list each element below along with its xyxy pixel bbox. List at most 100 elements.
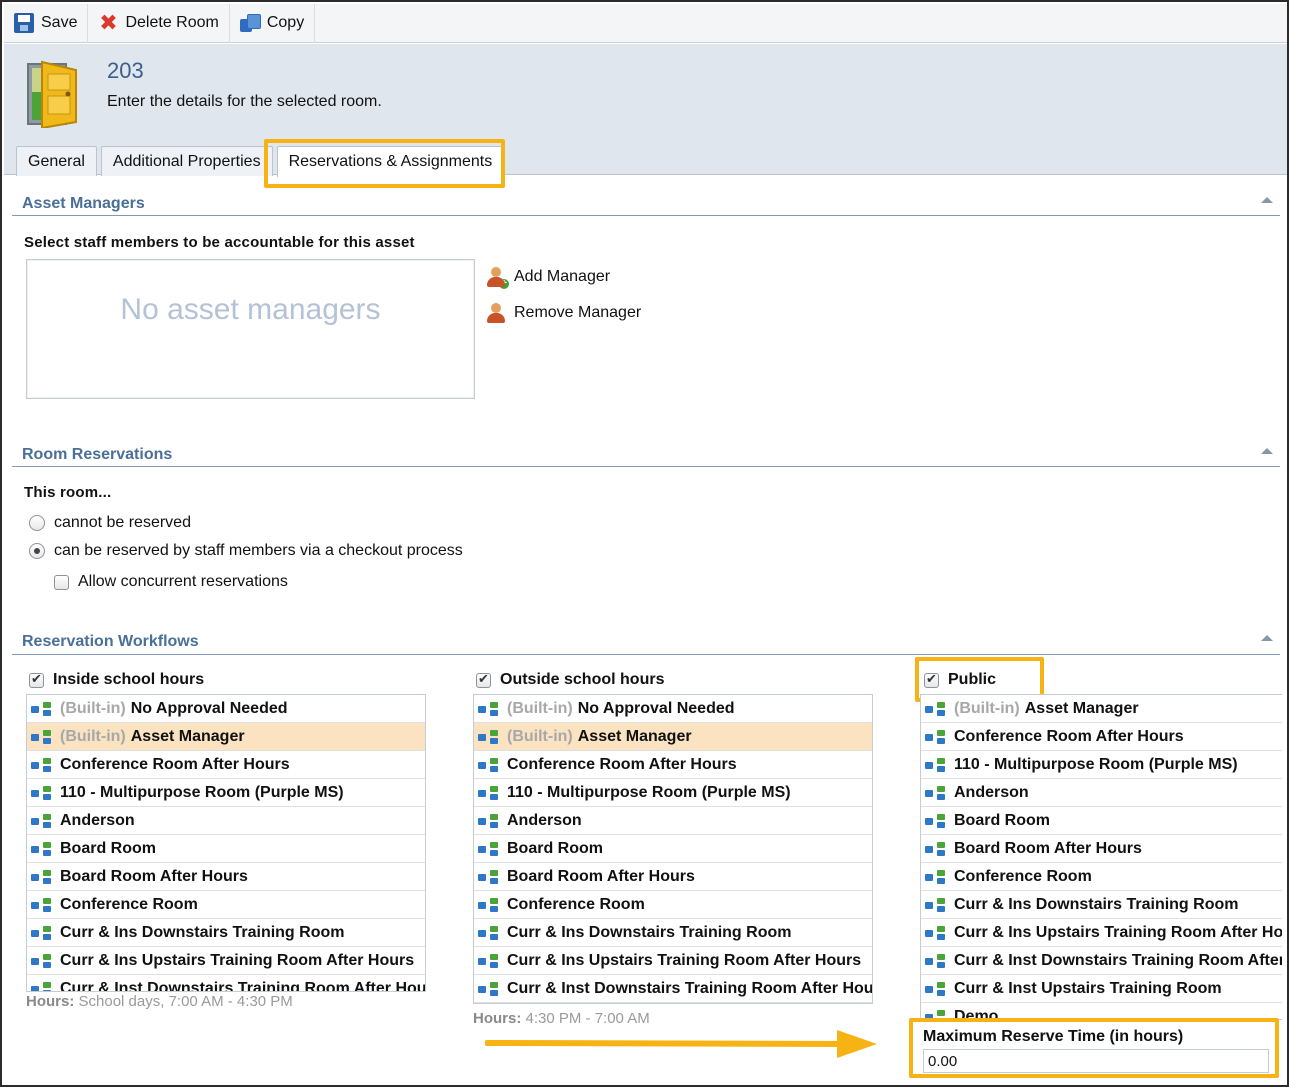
workflow-label: Demo [954, 1007, 999, 1020]
workflow-item[interactable]: Conference Room [921, 863, 1282, 891]
remove-manager-button[interactable]: Remove Manager [486, 302, 641, 324]
public-checkbox[interactable] [924, 671, 939, 688]
workflow-item[interactable]: Anderson [474, 807, 872, 835]
workflow-item[interactable]: Anderson [27, 807, 425, 835]
workflow-icon [31, 869, 53, 885]
workflow-item[interactable]: Board Room [474, 835, 872, 863]
tab-additional-properties[interactable]: Additional Properties [100, 146, 273, 176]
delete-room-button[interactable]: ✖ Delete Room [88, 3, 230, 43]
room-reservations-collapse-icon[interactable] [1261, 448, 1273, 454]
workflow-icon [478, 841, 500, 857]
workflows-collapse-icon[interactable] [1261, 635, 1273, 641]
workflow-item[interactable]: Anderson [921, 779, 1282, 807]
workflow-item[interactable]: Board Room After Hours [474, 863, 872, 891]
radio-button[interactable] [29, 543, 45, 559]
workflow-item[interactable]: Curr & Ins Downstairs Training Room [474, 919, 872, 947]
workflow-item[interactable]: Curr & Ins Upstairs Training Room After … [474, 947, 872, 975]
public-header[interactable]: Public [924, 671, 996, 689]
builtin-tag: (Built-in) [507, 699, 573, 717]
workflow-label: Asset Manager [130, 727, 245, 745]
inside-hours-workflow-list[interactable]: (Built-in) No Approval Needed (Built-in) As… [26, 694, 426, 992]
workflow-icon [31, 757, 53, 773]
reservation-workflows-title: Reservation Workflows [22, 633, 199, 650]
workflow-item[interactable]: Board Room [921, 807, 1282, 835]
allow-concurrent-checkbox-row[interactable]: Allow concurrent reservations [54, 573, 288, 591]
asset-managers-list[interactable]: No asset managers [26, 259, 475, 399]
workflow-item[interactable]: Curr & Inst Upstairs Training Room [921, 975, 1282, 1003]
workflow-item[interactable]: Conference Room After Hours [27, 751, 425, 779]
workflow-item[interactable]: Conference Room After Hours [474, 751, 872, 779]
workflow-item[interactable]: Board Room [27, 835, 425, 863]
builtin-tag: (Built-in) [60, 699, 126, 717]
save-label: Save [41, 14, 78, 31]
save-button[interactable]: Save [4, 3, 89, 43]
workflow-icon [925, 869, 947, 885]
workflow-item[interactable]: 110 - Multipurpose Room (Purple MS) [27, 779, 425, 807]
public-workflow-list[interactable]: (Built-in) Asset Manager Conference Room A… [920, 694, 1282, 1020]
workflow-icon [478, 869, 500, 885]
workflow-label: Curr & Inst Upstairs Training Room [954, 979, 1222, 997]
workflow-item[interactable]: Curr & Ins Upstairs Training Room After … [921, 919, 1282, 947]
workflow-label: No Approval Needed [577, 699, 735, 717]
asset-managers-title: Asset Managers [22, 195, 145, 212]
workflow-item[interactable]: Board Room After Hours [921, 835, 1282, 863]
add-manager-button[interactable]: + Add Manager [486, 266, 610, 289]
workflow-item[interactable]: Curr & Inst Downstairs Training Room Aft… [27, 975, 426, 992]
radio-cannot-be-reserved[interactable]: cannot be reserved [29, 514, 191, 532]
delete-label: Delete Room [125, 14, 219, 31]
workflow-label: Conference Room [507, 895, 645, 913]
workflow-label: Conference Room [60, 895, 198, 913]
section-divider [12, 215, 1280, 216]
workflow-item[interactable]: Curr & Ins Downstairs Training Room [921, 891, 1282, 919]
workflow-label: Board Room After Hours [507, 867, 695, 885]
workflow-item[interactable]: Demo [921, 1003, 1282, 1020]
workflow-item[interactable]: Conference Room [27, 891, 425, 919]
workflow-label: Asset Manager [577, 727, 692, 745]
workflow-item[interactable]: Curr & Inst Downstairs Training Room Aft… [921, 947, 1282, 975]
workflow-item[interactable]: Curr & Inst Downstairs Training Room Aft… [474, 975, 872, 1003]
workflow-icon [478, 701, 500, 717]
workflow-icon [31, 785, 53, 801]
concurrent-checkbox[interactable] [54, 574, 69, 590]
workflow-item[interactable]: Curr & Ins Upstairs Training Room After … [27, 947, 425, 975]
max-reserve-input[interactable] [923, 1049, 1269, 1073]
workflow-icon [31, 981, 53, 991]
workflow-item[interactable]: 110 - Multipurpose Room (Purple MS) [474, 779, 872, 807]
radio-button[interactable] [29, 515, 45, 531]
workflow-label: Conference Room After Hours [507, 755, 737, 773]
tab-reservations-assignments[interactable]: Reservations & Assignments [276, 146, 505, 177]
workflow-item[interactable]: (Built-in) No Approval Needed [27, 695, 425, 723]
workflow-label: Board Room After Hours [954, 839, 1142, 857]
builtin-tag: (Built-in) [507, 727, 573, 745]
workflow-label: Curr & Inst Downstairs Training Room Aft… [60, 979, 426, 992]
workflow-item[interactable]: 110 - Multipurpose Room (Purple MS) [921, 751, 1282, 779]
outside-hours-checkbox[interactable] [476, 671, 491, 688]
workflow-icon [478, 897, 500, 913]
workflow-item[interactable]: (Built-in) Asset Manager [474, 723, 872, 751]
inside-hours-title: Inside school hours [53, 671, 205, 688]
builtin-tag: (Built-in) [954, 699, 1020, 717]
empty-state-text: No asset managers [120, 293, 381, 326]
workflow-icon [31, 953, 53, 969]
workflow-item[interactable]: (Built-in) Asset Manager [921, 695, 1282, 723]
workflow-label: Curr & Ins Downstairs Training Room [954, 895, 1239, 913]
outside-hours-header[interactable]: Outside school hours [476, 671, 664, 689]
inside-hours-checkbox[interactable] [29, 671, 44, 688]
radio-can-be-reserved[interactable]: can be reserved by staff members via a c… [29, 542, 463, 560]
workflow-item[interactable]: Conference Room [474, 891, 872, 919]
workflow-item[interactable]: (Built-in) No Approval Needed [474, 695, 872, 723]
workflow-item[interactable]: Conference Room After Hours [921, 723, 1282, 751]
workflow-item[interactable]: Board Room After Hours [27, 863, 425, 891]
inside-hours-header[interactable]: Inside school hours [29, 671, 204, 689]
workflow-item[interactable]: (Built-in) Asset Manager [27, 723, 425, 751]
workflow-icon [925, 1009, 947, 1019]
tab-bar: General Additional Properties Reservatio… [16, 146, 508, 177]
workflow-icon [478, 925, 500, 941]
tab-general[interactable]: General [16, 146, 97, 176]
workflow-icon [925, 897, 947, 913]
workflow-item[interactable]: Curr & Ins Downstairs Training Room [27, 919, 425, 947]
asset-managers-collapse-icon[interactable] [1261, 197, 1273, 203]
outside-hours-workflow-list[interactable]: (Built-in) No Approval Needed (Built-in) As… [473, 694, 873, 1004]
workflow-label: Curr & Inst Downstairs Training Room Aft… [954, 951, 1282, 969]
copy-button[interactable]: Copy [230, 3, 316, 43]
